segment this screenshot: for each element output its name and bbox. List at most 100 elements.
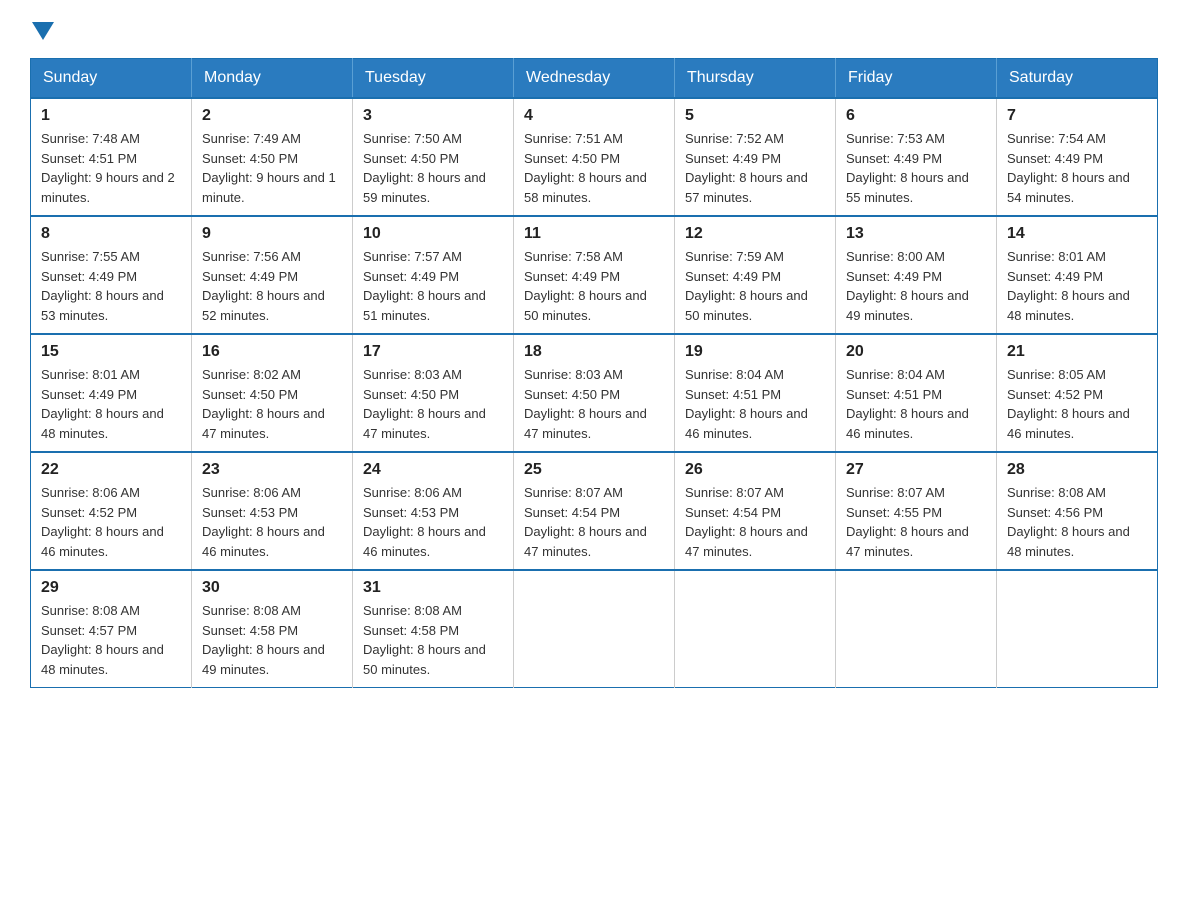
header-thursday: Thursday bbox=[675, 59, 836, 99]
day-info: Sunrise: 8:06 AM Sunset: 4:53 PM Dayligh… bbox=[202, 483, 342, 561]
day-number: 15 bbox=[41, 343, 181, 361]
day-info: Sunrise: 8:01 AM Sunset: 4:49 PM Dayligh… bbox=[1007, 247, 1147, 325]
day-number: 25 bbox=[524, 461, 664, 479]
calendar-cell: 24 Sunrise: 8:06 AM Sunset: 4:53 PM Dayl… bbox=[353, 452, 514, 570]
day-info: Sunrise: 8:03 AM Sunset: 4:50 PM Dayligh… bbox=[363, 365, 503, 443]
day-info: Sunrise: 7:49 AM Sunset: 4:50 PM Dayligh… bbox=[202, 129, 342, 207]
calendar-cell: 18 Sunrise: 8:03 AM Sunset: 4:50 PM Dayl… bbox=[514, 334, 675, 452]
week-row-1: 1 Sunrise: 7:48 AM Sunset: 4:51 PM Dayli… bbox=[31, 98, 1158, 216]
day-info: Sunrise: 8:00 AM Sunset: 4:49 PM Dayligh… bbox=[846, 247, 986, 325]
calendar-cell: 20 Sunrise: 8:04 AM Sunset: 4:51 PM Dayl… bbox=[836, 334, 997, 452]
week-row-5: 29 Sunrise: 8:08 AM Sunset: 4:57 PM Dayl… bbox=[31, 570, 1158, 688]
calendar-cell: 15 Sunrise: 8:01 AM Sunset: 4:49 PM Dayl… bbox=[31, 334, 192, 452]
calendar-cell: 31 Sunrise: 8:08 AM Sunset: 4:58 PM Dayl… bbox=[353, 570, 514, 688]
calendar-cell: 8 Sunrise: 7:55 AM Sunset: 4:49 PM Dayli… bbox=[31, 216, 192, 334]
day-info: Sunrise: 8:04 AM Sunset: 4:51 PM Dayligh… bbox=[846, 365, 986, 443]
calendar-cell: 23 Sunrise: 8:06 AM Sunset: 4:53 PM Dayl… bbox=[192, 452, 353, 570]
calendar-cell: 29 Sunrise: 8:08 AM Sunset: 4:57 PM Dayl… bbox=[31, 570, 192, 688]
day-info: Sunrise: 8:06 AM Sunset: 4:52 PM Dayligh… bbox=[41, 483, 181, 561]
day-number: 21 bbox=[1007, 343, 1147, 361]
calendar-cell: 11 Sunrise: 7:58 AM Sunset: 4:49 PM Dayl… bbox=[514, 216, 675, 334]
day-info: Sunrise: 8:07 AM Sunset: 4:55 PM Dayligh… bbox=[846, 483, 986, 561]
day-number: 8 bbox=[41, 225, 181, 243]
day-info: Sunrise: 8:08 AM Sunset: 4:57 PM Dayligh… bbox=[41, 601, 181, 679]
calendar-cell: 10 Sunrise: 7:57 AM Sunset: 4:49 PM Dayl… bbox=[353, 216, 514, 334]
calendar-cell: 13 Sunrise: 8:00 AM Sunset: 4:49 PM Dayl… bbox=[836, 216, 997, 334]
day-info: Sunrise: 7:48 AM Sunset: 4:51 PM Dayligh… bbox=[41, 129, 181, 207]
calendar-cell bbox=[514, 570, 675, 688]
day-info: Sunrise: 8:06 AM Sunset: 4:53 PM Dayligh… bbox=[363, 483, 503, 561]
day-number: 31 bbox=[363, 579, 503, 597]
calendar-table: SundayMondayTuesdayWednesdayThursdayFrid… bbox=[30, 58, 1158, 688]
day-info: Sunrise: 7:54 AM Sunset: 4:49 PM Dayligh… bbox=[1007, 129, 1147, 207]
day-number: 20 bbox=[846, 343, 986, 361]
week-row-2: 8 Sunrise: 7:55 AM Sunset: 4:49 PM Dayli… bbox=[31, 216, 1158, 334]
calendar-cell: 30 Sunrise: 8:08 AM Sunset: 4:58 PM Dayl… bbox=[192, 570, 353, 688]
header-monday: Monday bbox=[192, 59, 353, 99]
calendar-cell: 7 Sunrise: 7:54 AM Sunset: 4:49 PM Dayli… bbox=[997, 98, 1158, 216]
day-number: 7 bbox=[1007, 107, 1147, 125]
logo bbox=[30, 20, 54, 40]
day-number: 16 bbox=[202, 343, 342, 361]
day-info: Sunrise: 8:04 AM Sunset: 4:51 PM Dayligh… bbox=[685, 365, 825, 443]
header-sunday: Sunday bbox=[31, 59, 192, 99]
day-info: Sunrise: 8:07 AM Sunset: 4:54 PM Dayligh… bbox=[524, 483, 664, 561]
calendar-cell: 1 Sunrise: 7:48 AM Sunset: 4:51 PM Dayli… bbox=[31, 98, 192, 216]
day-number: 26 bbox=[685, 461, 825, 479]
calendar-cell: 22 Sunrise: 8:06 AM Sunset: 4:52 PM Dayl… bbox=[31, 452, 192, 570]
day-number: 9 bbox=[202, 225, 342, 243]
calendar-cell bbox=[997, 570, 1158, 688]
day-info: Sunrise: 8:08 AM Sunset: 4:58 PM Dayligh… bbox=[202, 601, 342, 679]
day-number: 5 bbox=[685, 107, 825, 125]
day-info: Sunrise: 7:53 AM Sunset: 4:49 PM Dayligh… bbox=[846, 129, 986, 207]
day-number: 24 bbox=[363, 461, 503, 479]
calendar-cell bbox=[836, 570, 997, 688]
week-row-4: 22 Sunrise: 8:06 AM Sunset: 4:52 PM Dayl… bbox=[31, 452, 1158, 570]
day-number: 12 bbox=[685, 225, 825, 243]
day-number: 14 bbox=[1007, 225, 1147, 243]
calendar-cell: 26 Sunrise: 8:07 AM Sunset: 4:54 PM Dayl… bbox=[675, 452, 836, 570]
calendar-cell: 16 Sunrise: 8:02 AM Sunset: 4:50 PM Dayl… bbox=[192, 334, 353, 452]
day-info: Sunrise: 8:03 AM Sunset: 4:50 PM Dayligh… bbox=[524, 365, 664, 443]
day-info: Sunrise: 8:08 AM Sunset: 4:58 PM Dayligh… bbox=[363, 601, 503, 679]
day-number: 2 bbox=[202, 107, 342, 125]
day-number: 28 bbox=[1007, 461, 1147, 479]
day-number: 23 bbox=[202, 461, 342, 479]
day-info: Sunrise: 7:51 AM Sunset: 4:50 PM Dayligh… bbox=[524, 129, 664, 207]
calendar-cell: 9 Sunrise: 7:56 AM Sunset: 4:49 PM Dayli… bbox=[192, 216, 353, 334]
calendar-cell: 17 Sunrise: 8:03 AM Sunset: 4:50 PM Dayl… bbox=[353, 334, 514, 452]
day-number: 11 bbox=[524, 225, 664, 243]
day-info: Sunrise: 7:59 AM Sunset: 4:49 PM Dayligh… bbox=[685, 247, 825, 325]
header-saturday: Saturday bbox=[997, 59, 1158, 99]
day-info: Sunrise: 8:05 AM Sunset: 4:52 PM Dayligh… bbox=[1007, 365, 1147, 443]
day-number: 17 bbox=[363, 343, 503, 361]
calendar-cell: 5 Sunrise: 7:52 AM Sunset: 4:49 PM Dayli… bbox=[675, 98, 836, 216]
day-number: 30 bbox=[202, 579, 342, 597]
calendar-cell: 4 Sunrise: 7:51 AM Sunset: 4:50 PM Dayli… bbox=[514, 98, 675, 216]
day-info: Sunrise: 7:57 AM Sunset: 4:49 PM Dayligh… bbox=[363, 247, 503, 325]
day-number: 4 bbox=[524, 107, 664, 125]
header-tuesday: Tuesday bbox=[353, 59, 514, 99]
day-number: 6 bbox=[846, 107, 986, 125]
day-number: 3 bbox=[363, 107, 503, 125]
day-number: 22 bbox=[41, 461, 181, 479]
day-info: Sunrise: 8:08 AM Sunset: 4:56 PM Dayligh… bbox=[1007, 483, 1147, 561]
logo-triangle-icon bbox=[32, 22, 54, 40]
day-info: Sunrise: 8:01 AM Sunset: 4:49 PM Dayligh… bbox=[41, 365, 181, 443]
day-number: 29 bbox=[41, 579, 181, 597]
day-info: Sunrise: 7:56 AM Sunset: 4:49 PM Dayligh… bbox=[202, 247, 342, 325]
calendar-cell: 21 Sunrise: 8:05 AM Sunset: 4:52 PM Dayl… bbox=[997, 334, 1158, 452]
calendar-cell: 14 Sunrise: 8:01 AM Sunset: 4:49 PM Dayl… bbox=[997, 216, 1158, 334]
day-number: 19 bbox=[685, 343, 825, 361]
days-header-row: SundayMondayTuesdayWednesdayThursdayFrid… bbox=[31, 59, 1158, 99]
header-wednesday: Wednesday bbox=[514, 59, 675, 99]
calendar-cell: 3 Sunrise: 7:50 AM Sunset: 4:50 PM Dayli… bbox=[353, 98, 514, 216]
day-info: Sunrise: 8:02 AM Sunset: 4:50 PM Dayligh… bbox=[202, 365, 342, 443]
day-number: 10 bbox=[363, 225, 503, 243]
day-number: 1 bbox=[41, 107, 181, 125]
page-header bbox=[30, 20, 1158, 40]
week-row-3: 15 Sunrise: 8:01 AM Sunset: 4:49 PM Dayl… bbox=[31, 334, 1158, 452]
calendar-cell: 28 Sunrise: 8:08 AM Sunset: 4:56 PM Dayl… bbox=[997, 452, 1158, 570]
day-info: Sunrise: 7:52 AM Sunset: 4:49 PM Dayligh… bbox=[685, 129, 825, 207]
calendar-cell: 19 Sunrise: 8:04 AM Sunset: 4:51 PM Dayl… bbox=[675, 334, 836, 452]
